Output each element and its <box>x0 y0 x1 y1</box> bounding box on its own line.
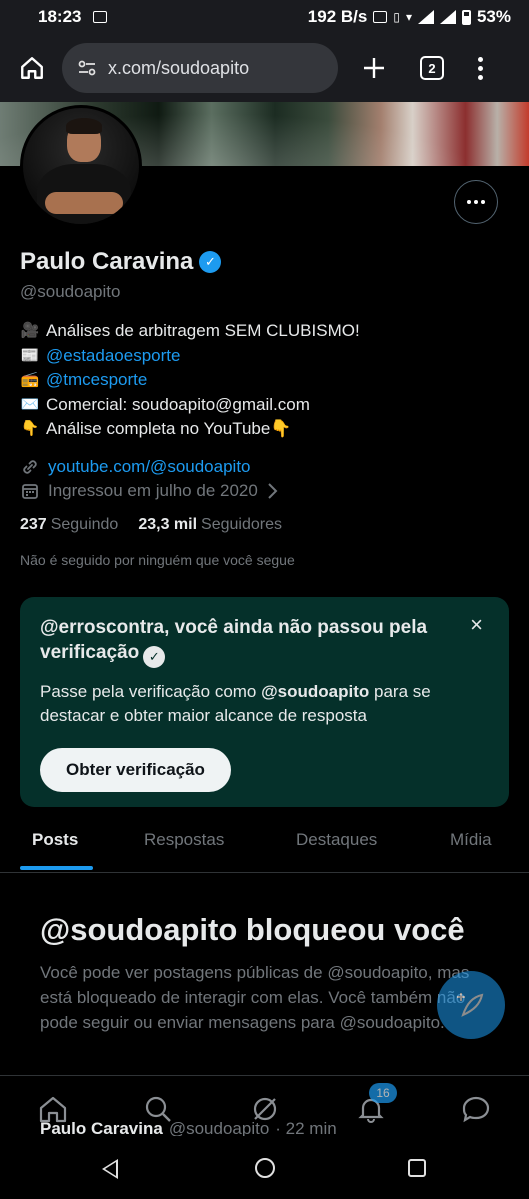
profile-name: Paulo Caravina <box>20 248 194 275</box>
pointing-down-icon: 👇 <box>20 420 40 437</box>
feather-plus-icon <box>457 993 484 1017</box>
desc-handle: @soudoapito <box>261 681 370 701</box>
profile-tabs: Posts Respostas Destaques Mídia <box>0 817 529 873</box>
browser-toolbar: x.com/soudoapito 2 <box>0 34 529 102</box>
get-verified-button[interactable]: Obter verificação <box>40 747 231 792</box>
signal-2-icon <box>439 10 456 24</box>
nav-search-icon[interactable] <box>142 1094 174 1124</box>
image-icon <box>93 11 108 23</box>
newspaper-icon: 📰 <box>20 346 40 364</box>
vibrate-icon: ▯ <box>393 10 400 24</box>
nav-messages-icon[interactable] <box>460 1094 492 1124</box>
bio-text: Análise completa no YouTube👇 <box>46 419 292 438</box>
site-settings-icon[interactable] <box>76 57 98 79</box>
home-circle-icon[interactable] <box>255 1158 275 1178</box>
radio-icon: 📻 <box>20 371 40 388</box>
status-time: 18:23 <box>38 7 82 26</box>
battery-icon <box>461 9 471 25</box>
website-link[interactable]: youtube.com/@soudoapito <box>48 457 251 477</box>
back-icon[interactable] <box>102 1159 118 1179</box>
peek-handle: @soudoapito <box>168 1122 270 1136</box>
followers-label: Seguidores <box>201 516 282 533</box>
recents-icon[interactable] <box>408 1159 426 1177</box>
network-speed: 192 B/s <box>307 7 368 26</box>
bio-mention-link[interactable]: @estadaoesporte <box>46 344 180 369</box>
bio-text: Comercial: soudoapito@gmail.com <box>46 394 310 414</box>
url-text: x.com/soudoapito <box>108 57 250 78</box>
profile-handle: @soudoapito <box>20 282 121 301</box>
address-bar[interactable]: x.com/soudoapito <box>62 43 338 93</box>
active-tab-indicator <box>20 866 93 870</box>
joined-date: Ingressou em julho de 2020 <box>48 481 258 500</box>
tab-posts[interactable]: Posts <box>32 830 78 850</box>
followers-stat[interactable]: 23,3 mil Seguidores <box>138 516 282 534</box>
blocked-description: Você pode ver postagens públicas de @sou… <box>40 963 470 1032</box>
bio-line: 👇 Análise completa no YouTube👇 <box>20 417 360 442</box>
verified-check-icon: ✓ <box>143 645 166 668</box>
tab-highlights[interactable]: Destaques <box>296 830 377 850</box>
peek-author: Paulo Caravina <box>40 1122 163 1136</box>
hotspot-icon <box>373 11 388 23</box>
bio-mention-link[interactable]: @tmcesporte <box>46 368 147 393</box>
nav-grok-icon[interactable] <box>249 1094 281 1124</box>
followers-count: 23,3 mil <box>138 516 198 533</box>
verification-title: @erroscontra, você ainda não passou pela… <box>40 615 470 668</box>
profile-bio: 🎥 Análises de arbitragem SEM CLUBISMO! 📰… <box>20 319 360 442</box>
status-bar: 18:23 192 B/s ▯ ▾ 53% <box>0 0 529 34</box>
profile-meta: youtube.com/@soudoapito Ingressou em jul… <box>20 455 278 503</box>
verified-badge-icon[interactable]: ✓ <box>199 251 222 273</box>
signal-icon <box>417 10 434 24</box>
calendar-icon <box>22 484 38 499</box>
profile-name-row: Paulo Caravina ✓ <box>20 248 222 276</box>
tab-media[interactable]: Mídia <box>450 830 492 850</box>
close-icon[interactable]: × <box>470 614 483 636</box>
follow-stats: 237 Seguindo 23,3 mil Seguidores <box>20 516 282 534</box>
wifi-icon: ▾ <box>405 10 412 24</box>
verification-description: Passe pela verificação como @soudoapito … <box>40 680 480 728</box>
browser-menu-icon[interactable] <box>478 56 483 80</box>
envelope-icon: ✉️ <box>20 395 40 413</box>
bio-text: Análises de arbitragem SEM CLUBISMO! <box>46 321 360 340</box>
following-label: Seguindo <box>50 516 119 533</box>
verification-card: @erroscontra, você ainda não passou pela… <box>20 597 509 807</box>
peek-post[interactable]: Paulo Caravina @soudoapito · 22 min <box>40 1122 337 1136</box>
new-tab-icon[interactable] <box>356 50 392 86</box>
avatar[interactable] <box>20 105 142 227</box>
chevron-right-icon <box>268 483 278 499</box>
following-count: 237 <box>20 516 47 533</box>
bio-line: 📰 @estadaoesporte <box>20 344 360 369</box>
bio-line: 📻 @tmcesporte <box>20 368 360 393</box>
not-followed-text: Não é seguido por ninguém que você segue <box>20 552 295 568</box>
link-icon <box>23 460 37 474</box>
camera-icon: 🎥 <box>20 322 40 339</box>
website-row: youtube.com/@soudoapito <box>20 455 278 479</box>
bio-line: ✉️ Comercial: soudoapito@gmail.com <box>20 393 360 418</box>
joined-row[interactable]: Ingressou em julho de 2020 <box>20 479 278 503</box>
nav-notifications-icon[interactable]: 16 <box>355 1083 397 1124</box>
tab-replies[interactable]: Respostas <box>144 830 224 850</box>
blocked-title: @soudoapito bloqueou você <box>40 912 465 947</box>
nav-home-icon[interactable] <box>37 1094 69 1124</box>
more-options-button[interactable] <box>454 180 498 224</box>
home-icon[interactable] <box>12 48 52 88</box>
system-navigation <box>0 1138 529 1199</box>
bio-line: 🎥 Análises de arbitragem SEM CLUBISMO! <box>20 319 360 344</box>
verification-title-text: @erroscontra, você ainda não passou pela… <box>40 617 428 663</box>
notifications-badge: 16 <box>369 1083 397 1103</box>
peek-time: · 22 min <box>275 1122 337 1136</box>
following-stat[interactable]: 237 Seguindo <box>20 516 118 534</box>
desc-prefix: Passe pela verificação como <box>40 681 262 701</box>
compose-button[interactable] <box>437 971 505 1039</box>
battery-level: 53% <box>476 7 511 26</box>
tab-switcher-button[interactable]: 2 <box>420 56 444 80</box>
